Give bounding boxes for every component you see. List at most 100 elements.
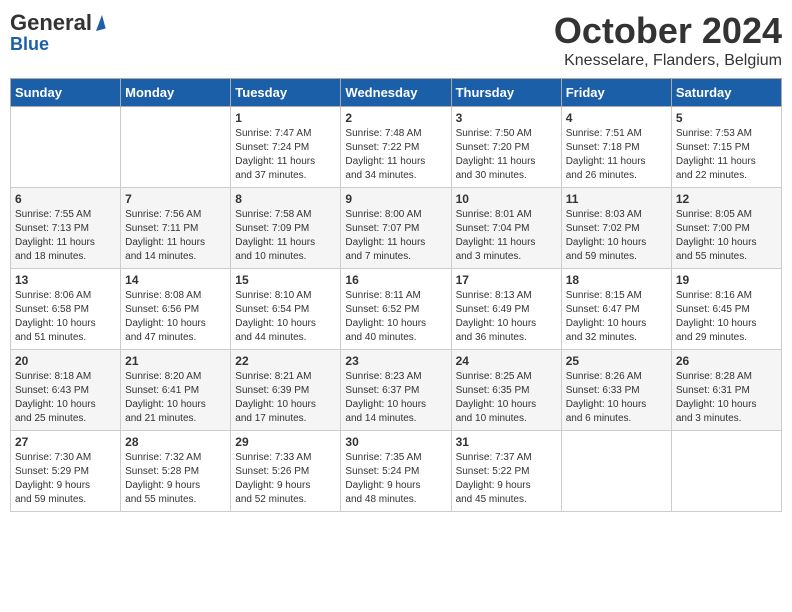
day-number: 31 [456, 435, 557, 449]
calendar-cell: 25 Sunrise: 8:26 AM Sunset: 6:33 PM Dayli… [561, 350, 671, 431]
calendar-cell: 13 Sunrise: 8:06 AM Sunset: 6:58 PM Dayli… [11, 269, 121, 350]
calendar-body: 1Sunrise: 7:47 AM Sunset: 7:24 PM Daylig… [11, 107, 782, 512]
calendar-cell: 16 Sunrise: 8:11 AM Sunset: 6:52 PM Dayli… [341, 269, 451, 350]
header-row: SundayMondayTuesdayWednesdayThursdayFrid… [11, 79, 782, 107]
cell-content: Sunrise: 8:16 AM Sunset: 6:45 PM Dayligh… [676, 289, 777, 345]
cell-content: Sunrise: 8:20 AM Sunset: 6:41 PM Dayligh… [125, 370, 226, 426]
day-number: 13 [15, 273, 116, 287]
calendar-cell: 2Sunrise: 7:48 AM Sunset: 7:22 PM Daylig… [341, 107, 451, 188]
week-row-2: 6 Sunrise: 7:55 AM Sunset: 7:13 PM Daylig… [11, 188, 782, 269]
day-number: 21 [125, 354, 226, 368]
cell-content: Sunrise: 7:58 AM Sunset: 7:09 PM Dayligh… [235, 208, 336, 264]
cell-content: Sunrise: 7:51 AM Sunset: 7:18 PM Dayligh… [566, 127, 667, 183]
calendar-cell: 17 Sunrise: 8:13 AM Sunset: 6:49 PM Dayli… [451, 269, 561, 350]
day-number: 6 [15, 192, 116, 206]
calendar-cell: 9 Sunrise: 8:00 AM Sunset: 7:07 PM Daylig… [341, 188, 451, 269]
cell-content: Sunrise: 7:48 AM Sunset: 7:22 PM Dayligh… [345, 127, 446, 183]
title-block: October 2024 Knesselare, Flanders, Belgi… [554, 10, 782, 70]
header-day-thursday: Thursday [451, 79, 561, 107]
day-number: 22 [235, 354, 336, 368]
week-row-4: 20 Sunrise: 8:18 AM Sunset: 6:43 PM Dayli… [11, 350, 782, 431]
calendar-cell: 1Sunrise: 7:47 AM Sunset: 7:24 PM Daylig… [231, 107, 341, 188]
cell-content: Sunrise: 7:47 AM Sunset: 7:24 PM Dayligh… [235, 127, 336, 183]
calendar-cell: 11 Sunrise: 8:03 AM Sunset: 7:02 PM Dayli… [561, 188, 671, 269]
day-number: 27 [15, 435, 116, 449]
calendar-cell: 23Sunrise: 8:23 AM Sunset: 6:37 PM Dayli… [341, 350, 451, 431]
calendar-cell: 15 Sunrise: 8:10 AM Sunset: 6:54 PM Dayli… [231, 269, 341, 350]
calendar-cell [671, 431, 781, 512]
cell-content: Sunrise: 7:53 AM Sunset: 7:15 PM Dayligh… [676, 127, 777, 183]
calendar-cell [11, 107, 121, 188]
calendar-cell: 30Sunrise: 7:35 AM Sunset: 5:24 PM Dayli… [341, 431, 451, 512]
logo: General Blue [10, 10, 104, 55]
calendar-cell: 28 Sunrise: 7:32 AM Sunset: 5:28 PM Dayli… [121, 431, 231, 512]
cell-content: Sunrise: 8:05 AM Sunset: 7:00 PM Dayligh… [676, 208, 777, 264]
day-number: 8 [235, 192, 336, 206]
day-number: 7 [125, 192, 226, 206]
calendar-cell: 27 Sunrise: 7:30 AM Sunset: 5:29 PM Dayli… [11, 431, 121, 512]
day-number: 15 [235, 273, 336, 287]
day-number: 29 [235, 435, 336, 449]
cell-content: Sunrise: 8:25 AM Sunset: 6:35 PM Dayligh… [456, 370, 557, 426]
day-number: 4 [566, 111, 667, 125]
cell-content: Sunrise: 8:28 AM Sunset: 6:31 PM Dayligh… [676, 370, 777, 426]
day-number: 18 [566, 273, 667, 287]
cell-content: Sunrise: 8:10 AM Sunset: 6:54 PM Dayligh… [235, 289, 336, 345]
day-number: 11 [566, 192, 667, 206]
day-number: 5 [676, 111, 777, 125]
calendar-cell: 18 Sunrise: 8:15 AM Sunset: 6:47 PM Dayli… [561, 269, 671, 350]
calendar-cell: 20 Sunrise: 8:18 AM Sunset: 6:43 PM Dayli… [11, 350, 121, 431]
calendar-cell: 10 Sunrise: 8:01 AM Sunset: 7:04 PM Dayli… [451, 188, 561, 269]
day-number: 12 [676, 192, 777, 206]
day-number: 9 [345, 192, 446, 206]
calendar-cell: 7 Sunrise: 7:56 AM Sunset: 7:11 PM Daylig… [121, 188, 231, 269]
cell-content: Sunrise: 8:26 AM Sunset: 6:33 PM Dayligh… [566, 370, 667, 426]
location-subtitle: Knesselare, Flanders, Belgium [554, 52, 782, 70]
cell-content: Sunrise: 7:33 AM Sunset: 5:26 PM Dayligh… [235, 451, 336, 507]
cell-content: Sunrise: 8:03 AM Sunset: 7:02 PM Dayligh… [566, 208, 667, 264]
week-row-1: 1Sunrise: 7:47 AM Sunset: 7:24 PM Daylig… [11, 107, 782, 188]
calendar-cell: 19Sunrise: 8:16 AM Sunset: 6:45 PM Dayli… [671, 269, 781, 350]
month-title: October 2024 [554, 10, 782, 52]
day-number: 25 [566, 354, 667, 368]
day-number: 17 [456, 273, 557, 287]
calendar-cell: 8 Sunrise: 7:58 AM Sunset: 7:09 PM Daylig… [231, 188, 341, 269]
day-number: 30 [345, 435, 446, 449]
calendar-cell: 12 Sunrise: 8:05 AM Sunset: 7:00 PM Dayli… [671, 188, 781, 269]
cell-content: Sunrise: 7:56 AM Sunset: 7:11 PM Dayligh… [125, 208, 226, 264]
day-number: 23 [345, 354, 446, 368]
day-number: 20 [15, 354, 116, 368]
day-number: 24 [456, 354, 557, 368]
calendar-cell: 24 Sunrise: 8:25 AM Sunset: 6:35 PM Dayli… [451, 350, 561, 431]
cell-content: Sunrise: 8:18 AM Sunset: 6:43 PM Dayligh… [15, 370, 116, 426]
cell-content: Sunrise: 7:30 AM Sunset: 5:29 PM Dayligh… [15, 451, 116, 507]
logo-arrow-icon [92, 15, 105, 31]
cell-content: Sunrise: 7:55 AM Sunset: 7:13 PM Dayligh… [15, 208, 116, 264]
day-number: 14 [125, 273, 226, 287]
day-number: 28 [125, 435, 226, 449]
calendar-cell [121, 107, 231, 188]
header-day-friday: Friday [561, 79, 671, 107]
cell-content: Sunrise: 7:50 AM Sunset: 7:20 PM Dayligh… [456, 127, 557, 183]
cell-content: Sunrise: 7:32 AM Sunset: 5:28 PM Dayligh… [125, 451, 226, 507]
day-number: 16 [345, 273, 446, 287]
header-day-tuesday: Tuesday [231, 79, 341, 107]
calendar-cell: 3Sunrise: 7:50 AM Sunset: 7:20 PM Daylig… [451, 107, 561, 188]
cell-content: Sunrise: 8:01 AM Sunset: 7:04 PM Dayligh… [456, 208, 557, 264]
cell-content: Sunrise: 8:21 AM Sunset: 6:39 PM Dayligh… [235, 370, 336, 426]
calendar-cell: 5 Sunrise: 7:53 AM Sunset: 7:15 PM Daylig… [671, 107, 781, 188]
calendar-cell [561, 431, 671, 512]
header-day-sunday: Sunday [11, 79, 121, 107]
day-number: 10 [456, 192, 557, 206]
calendar-cell: 4 Sunrise: 7:51 AM Sunset: 7:18 PM Daylig… [561, 107, 671, 188]
cell-content: Sunrise: 8:15 AM Sunset: 6:47 PM Dayligh… [566, 289, 667, 345]
cell-content: Sunrise: 8:06 AM Sunset: 6:58 PM Dayligh… [15, 289, 116, 345]
cell-content: Sunrise: 8:00 AM Sunset: 7:07 PM Dayligh… [345, 208, 446, 264]
header-day-saturday: Saturday [671, 79, 781, 107]
calendar-header: SundayMondayTuesdayWednesdayThursdayFrid… [11, 79, 782, 107]
cell-content: Sunrise: 8:13 AM Sunset: 6:49 PM Dayligh… [456, 289, 557, 345]
week-row-3: 13 Sunrise: 8:06 AM Sunset: 6:58 PM Dayli… [11, 269, 782, 350]
calendar-cell: 14Sunrise: 8:08 AM Sunset: 6:56 PM Dayli… [121, 269, 231, 350]
cell-content: Sunrise: 8:11 AM Sunset: 6:52 PM Dayligh… [345, 289, 446, 345]
calendar-cell: 29 Sunrise: 7:33 AM Sunset: 5:26 PM Dayli… [231, 431, 341, 512]
